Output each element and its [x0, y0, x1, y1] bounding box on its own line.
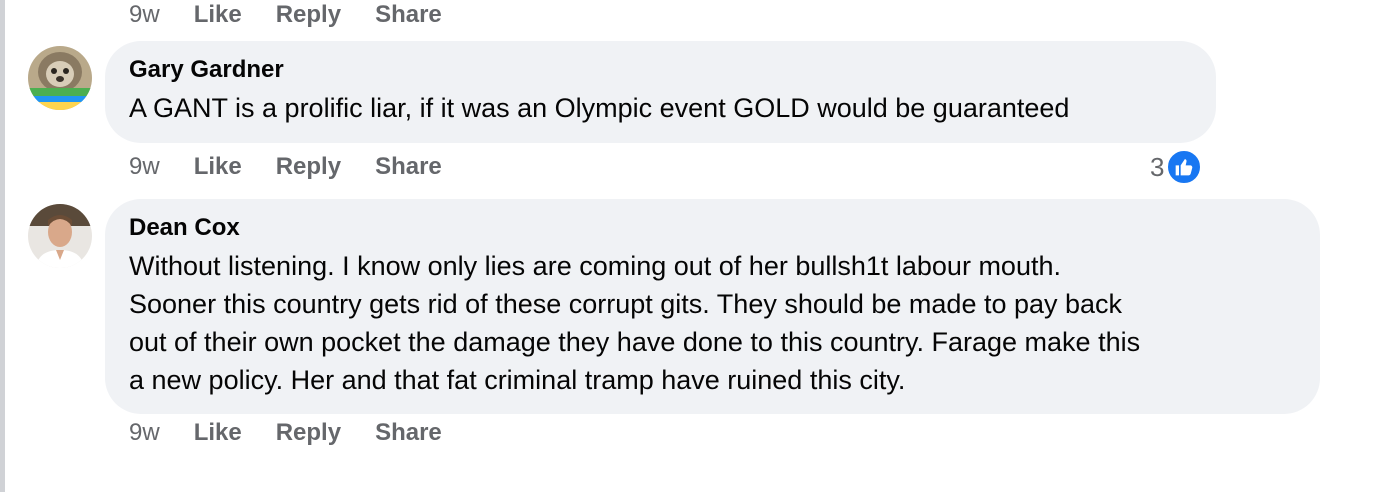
- comment-text: Without listening. I know only lies are …: [129, 251, 1141, 395]
- comment-time[interactable]: 9w: [129, 1, 160, 29]
- like-button[interactable]: Like: [194, 1, 242, 29]
- share-button[interactable]: Share: [375, 153, 442, 181]
- previous-comment-actions: 9w Like Reply Share: [129, 0, 476, 30]
- comments-page: 9w Like Reply Share Gary Gardner A GANT …: [0, 0, 1392, 492]
- reply-button[interactable]: Reply: [276, 1, 341, 29]
- comment-author[interactable]: Gary Gardner: [129, 55, 1192, 85]
- avatar[interactable]: [28, 46, 92, 110]
- person-avatar-icon: [28, 204, 92, 268]
- comment-actions: 9w Like Reply Share: [129, 152, 476, 182]
- like-button[interactable]: Like: [194, 419, 242, 447]
- reply-button[interactable]: Reply: [276, 419, 341, 447]
- thumbs-up-icon: [1166, 149, 1203, 185]
- avatar[interactable]: [28, 204, 92, 268]
- comment-time[interactable]: 9w: [129, 153, 160, 181]
- dog-avatar-icon: [28, 46, 92, 110]
- share-button[interactable]: Share: [375, 1, 442, 29]
- comment-time[interactable]: 9w: [129, 419, 160, 447]
- comment-bubble: Gary Gardner A GANT is a prolific liar, …: [105, 41, 1216, 143]
- share-button[interactable]: Share: [375, 419, 442, 447]
- comment-actions: 9w Like Reply Share: [129, 418, 476, 448]
- reaction-count: 3: [1150, 151, 1165, 182]
- reply-button[interactable]: Reply: [276, 153, 341, 181]
- comment-bubble: Dean Cox Without listening. I know only …: [105, 199, 1320, 414]
- reaction-summary[interactable]: 3: [1150, 149, 1203, 185]
- comment-text: A GANT is a prolific liar, if it was an …: [129, 93, 1070, 123]
- thread-line: [0, 0, 5, 492]
- comment-author[interactable]: Dean Cox: [129, 213, 1296, 243]
- like-button[interactable]: Like: [194, 153, 242, 181]
